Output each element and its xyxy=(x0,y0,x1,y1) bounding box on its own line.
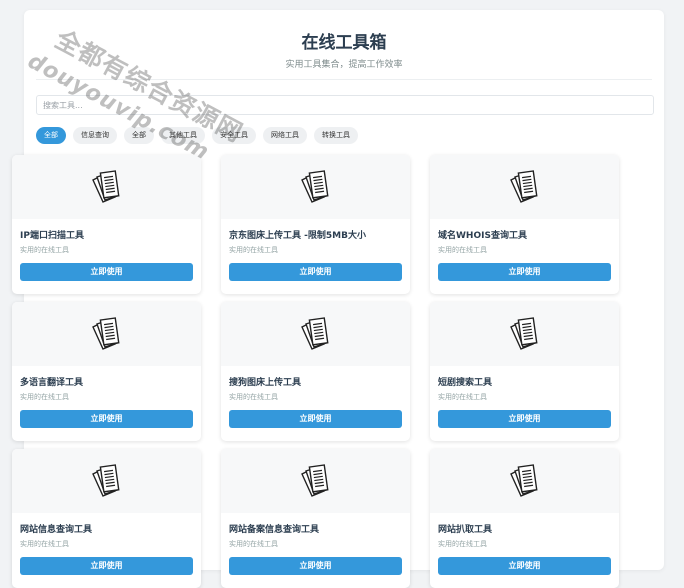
divider xyxy=(36,79,652,80)
tool-card-title: 多语言翻译工具 xyxy=(20,378,84,388)
tool-card-image xyxy=(430,449,619,513)
tool-card-desc: 实用的在线工具 xyxy=(229,540,278,548)
use-now-button[interactable]: 立即使用 xyxy=(229,263,402,281)
filter-chip-convert-tools[interactable]: 转换工具 xyxy=(314,127,358,144)
tool-card[interactable]: 网站扒取工具 实用的在线工具 立即使用 xyxy=(430,449,619,588)
tool-card-desc: 实用的在线工具 xyxy=(20,540,69,548)
documents-icon xyxy=(91,464,120,497)
use-now-button[interactable]: 立即使用 xyxy=(438,410,611,428)
page-title: 在线工具箱 xyxy=(301,33,387,53)
tool-card-title: 域名WHOIS查询工具 xyxy=(438,231,527,241)
tool-card[interactable]: 京东图床上传工具 -限制5MB大小 实用的在线工具 立即使用 xyxy=(221,155,410,294)
tool-card[interactable]: 短剧搜索工具 实用的在线工具 立即使用 xyxy=(430,302,619,441)
documents-icon xyxy=(509,170,538,203)
tool-card-image xyxy=(221,155,410,219)
use-now-button[interactable]: 立即使用 xyxy=(229,557,402,575)
tool-card-desc: 实用的在线工具 xyxy=(229,393,278,401)
use-now-button[interactable]: 立即使用 xyxy=(438,263,611,281)
documents-icon xyxy=(91,170,120,203)
tool-card-desc: 实用的在线工具 xyxy=(438,246,487,254)
use-now-button[interactable]: 立即使用 xyxy=(20,263,193,281)
filter-chip-all[interactable]: 全部 xyxy=(36,127,66,144)
tool-card[interactable]: 域名WHOIS查询工具 实用的在线工具 立即使用 xyxy=(430,155,619,294)
tool-card-image xyxy=(12,155,201,219)
tool-card-desc: 实用的在线工具 xyxy=(229,246,278,254)
page-subtitle: 实用工具集合，提高工作效率 xyxy=(285,60,403,70)
filter-chip-security-tools[interactable]: 安全工具 xyxy=(212,127,256,144)
documents-icon xyxy=(509,317,538,350)
search-input[interactable] xyxy=(36,95,654,115)
tool-card-title: IP端口扫描工具 xyxy=(20,231,84,241)
tool-card[interactable]: 网站备案信息查询工具 实用的在线工具 立即使用 xyxy=(221,449,410,588)
tool-card-image xyxy=(221,449,410,513)
use-now-button[interactable]: 立即使用 xyxy=(229,410,402,428)
use-now-button[interactable]: 立即使用 xyxy=(438,557,611,575)
tool-card-image xyxy=(12,449,201,513)
filter-chip-info-query[interactable]: 信息查询 xyxy=(73,127,117,144)
tool-card[interactable]: IP端口扫描工具 实用的在线工具 立即使用 xyxy=(12,155,201,294)
tool-card[interactable]: 网站信息查询工具 实用的在线工具 立即使用 xyxy=(12,449,201,588)
documents-icon xyxy=(509,464,538,497)
filter-chip-all-2[interactable]: 全部 xyxy=(124,127,154,144)
documents-icon xyxy=(91,317,120,350)
tool-card[interactable]: 搜狗图床上传工具 实用的在线工具 立即使用 xyxy=(221,302,410,441)
tool-card-image xyxy=(430,155,619,219)
tool-card-image xyxy=(12,302,201,366)
tool-card[interactable]: 多语言翻译工具 实用的在线工具 立即使用 xyxy=(12,302,201,441)
tool-card-image xyxy=(430,302,619,366)
tool-card-title: 网站扒取工具 xyxy=(438,525,493,535)
tool-card-image xyxy=(221,302,410,366)
category-filters: 全部 信息查询 全部 其他工具 安全工具 网络工具 转换工具 xyxy=(36,127,664,144)
tool-card-title: 网站备案信息查询工具 xyxy=(229,525,320,535)
tool-card-desc: 实用的在线工具 xyxy=(20,246,69,254)
tool-card-desc: 实用的在线工具 xyxy=(20,393,69,401)
use-now-button[interactable]: 立即使用 xyxy=(20,557,193,575)
tool-card-desc: 实用的在线工具 xyxy=(438,540,487,548)
tool-card-title: 搜狗图床上传工具 xyxy=(229,378,302,388)
documents-icon xyxy=(300,464,329,497)
filter-chip-network-tools[interactable]: 网络工具 xyxy=(263,127,307,144)
tool-card-title: 京东图床上传工具 -限制5MB大小 xyxy=(229,231,366,241)
tool-card-desc: 实用的在线工具 xyxy=(438,393,487,401)
tool-card-title: 短剧搜索工具 xyxy=(438,378,493,388)
documents-icon xyxy=(300,317,329,350)
tool-grid: IP端口扫描工具 实用的在线工具 立即使用 京东图床上传工具 -限制5MB大小 … xyxy=(12,155,619,588)
use-now-button[interactable]: 立即使用 xyxy=(20,410,193,428)
tool-card-title: 网站信息查询工具 xyxy=(20,525,93,535)
filter-chip-other-tools[interactable]: 其他工具 xyxy=(161,127,205,144)
documents-icon xyxy=(300,170,329,203)
